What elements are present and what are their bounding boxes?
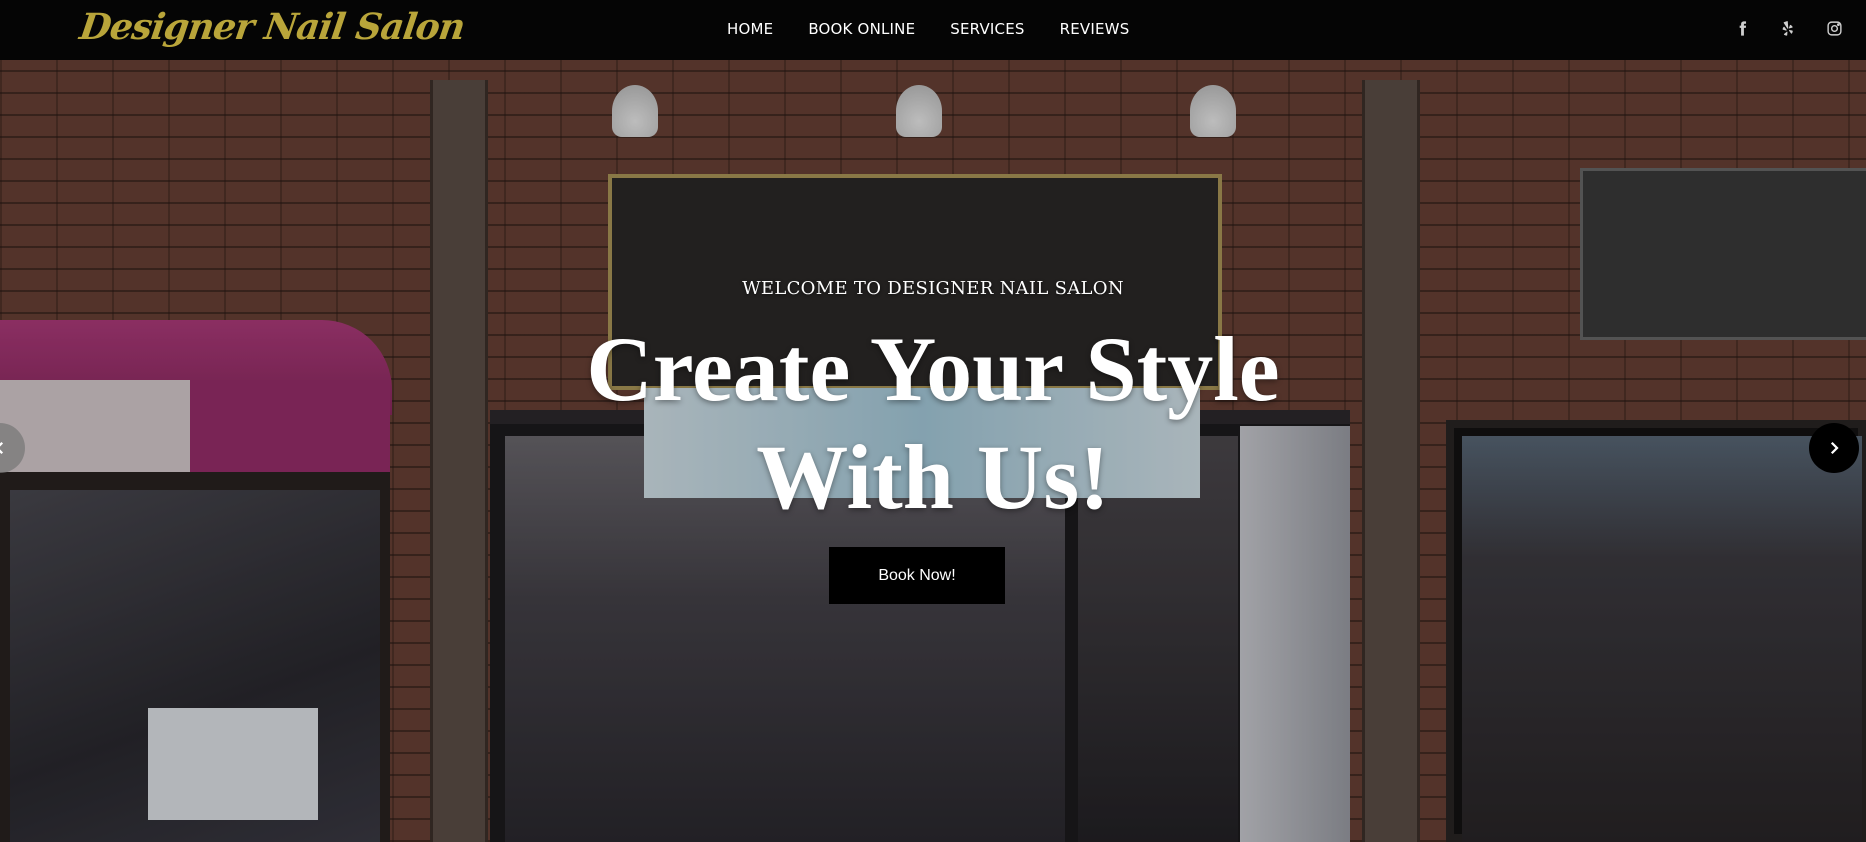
- nav-reviews[interactable]: REVIEWS: [1060, 19, 1130, 39]
- nav-home[interactable]: HOME: [727, 19, 773, 39]
- hero-headline-line1: Create Your Style: [586, 318, 1280, 420]
- book-now-button[interactable]: Book Now!: [829, 547, 1005, 604]
- facebook-icon[interactable]: [1730, 16, 1754, 40]
- nav-services[interactable]: SERVICES: [950, 19, 1024, 39]
- site-logo[interactable]: Designer Nail Salon: [77, 6, 467, 48]
- site-header: Designer Nail Salon HOME BOOK ONLINE SER…: [0, 0, 1866, 60]
- hero-headline: Create Your Style With Us!: [0, 315, 1866, 531]
- main-nav: HOME BOOK ONLINE SERVICES REVIEWS: [727, 19, 1164, 39]
- yelp-icon[interactable]: [1776, 16, 1800, 40]
- chevron-left-icon: [0, 441, 4, 455]
- chevron-right-icon: [1830, 441, 1839, 455]
- social-links: [1730, 16, 1846, 40]
- hero-eyebrow: WELCOME TO DESIGNER NAIL SALON: [742, 278, 1124, 299]
- nav-book-online[interactable]: BOOK ONLINE: [808, 19, 915, 39]
- hero-slider: WELCOME TO DESIGNER NAIL SALON Create Yo…: [0, 60, 1866, 842]
- hero-headline-line2: With Us!: [756, 426, 1110, 528]
- instagram-icon[interactable]: [1822, 16, 1846, 40]
- slider-next-button[interactable]: [1809, 423, 1859, 473]
